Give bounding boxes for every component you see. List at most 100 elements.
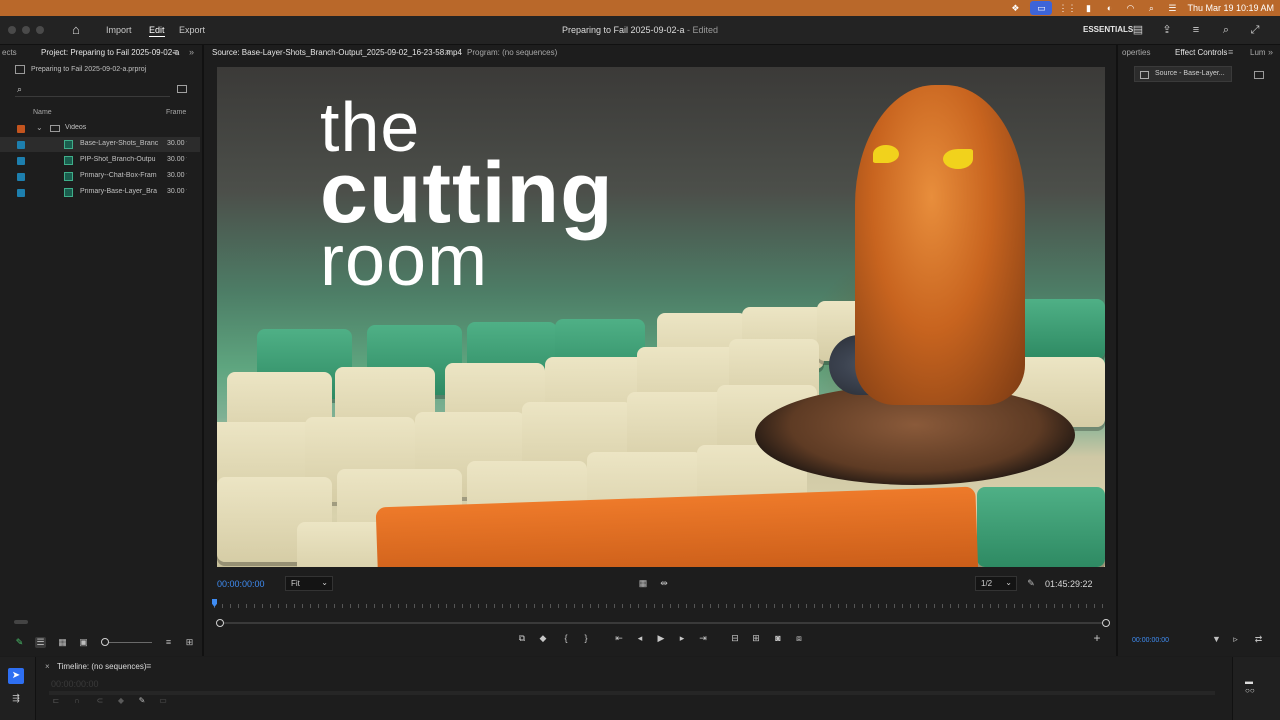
captions-icon[interactable]: ▭ xyxy=(158,696,168,706)
effect-controls-timecode[interactable]: 00:00:00:00 xyxy=(1132,637,1169,644)
drag-audio-icon[interactable]: ⇹ xyxy=(658,577,670,589)
fullscreen-icon[interactable]: ⤢ xyxy=(1249,24,1261,36)
pencil-icon[interactable]: ✎ xyxy=(14,637,25,648)
tab-effect-controls[interactable]: Effect Controls xyxy=(1175,48,1227,57)
overwrite-icon[interactable]: ⊞ xyxy=(750,632,762,644)
search-icon[interactable]: ⌕ xyxy=(1145,3,1157,13)
video-clip-icon xyxy=(64,156,73,165)
toggle-timeline-view-icon[interactable] xyxy=(1254,71,1264,79)
nav-export[interactable]: Export xyxy=(179,25,205,35)
nav-edit[interactable]: Edit xyxy=(149,25,165,37)
add-marker-icon[interactable]: ◆ xyxy=(537,632,549,644)
zoom-scroll-bar[interactable] xyxy=(216,619,1110,627)
project-search-input[interactable] xyxy=(15,83,170,97)
horizontal-scrollbar[interactable] xyxy=(14,620,28,624)
filter-icon[interactable]: ▼ xyxy=(1211,634,1222,645)
zoom-slider-handle[interactable] xyxy=(101,638,109,646)
nav-import[interactable]: Import xyxy=(106,25,132,35)
panel-menu-icon[interactable]: ≡ xyxy=(445,47,450,57)
time-ruler[interactable] xyxy=(214,598,1109,610)
focus-icon[interactable]: ◐ xyxy=(1103,3,1115,13)
add-marker-icon[interactable]: ◆ xyxy=(116,696,126,706)
snap-icon[interactable]: ∩ xyxy=(72,696,82,706)
quick-export-icon[interactable]: ≡ xyxy=(1190,24,1202,36)
icon-view-icon[interactable]: ▦ xyxy=(57,637,68,648)
scroll-handle-right[interactable] xyxy=(1102,619,1110,627)
list-item[interactable]: Primary--Chat-Box-Fram 30.00 f xyxy=(0,169,200,184)
play-icon[interactable]: ▶ xyxy=(655,632,667,644)
more-panels-icon[interactable]: » xyxy=(1268,47,1273,57)
add-button-icon[interactable]: + xyxy=(1091,632,1103,644)
step-forward-icon[interactable]: ▸ xyxy=(676,632,688,644)
linked-selection-icon[interactable]: ⊂ xyxy=(95,696,105,706)
drag-video-icon[interactable]: ▦ xyxy=(637,577,649,589)
playback-resolution-select[interactable]: 1/2 ⌄ xyxy=(975,576,1017,591)
wrench-icon[interactable]: ✎ xyxy=(1025,577,1037,589)
selection-tool-icon[interactable]: ➤ xyxy=(8,668,24,684)
tab-lumetri[interactable]: Lum xyxy=(1250,48,1266,57)
timeline-scroll-track[interactable] xyxy=(49,691,1215,695)
battery-icon[interactable]: ▮ xyxy=(1082,3,1094,13)
panel-menu-icon[interactable]: ≡ xyxy=(1228,47,1233,57)
freeform-view-icon[interactable]: ▣ xyxy=(78,637,89,648)
grid-icon[interactable]: ⋮⋮ xyxy=(1058,3,1076,13)
window-zoom-button[interactable] xyxy=(36,26,44,34)
track-select-tool-icon[interactable]: ⇶ xyxy=(9,692,23,704)
home-icon[interactable]: ⌂ xyxy=(72,23,86,37)
audio-meter-icon[interactable]: ▬ ○○ xyxy=(1245,677,1255,695)
share-icon[interactable]: ⇪ xyxy=(1161,24,1173,36)
list-item[interactable]: Base-Layer-Shots_Branc 30.00 f xyxy=(0,137,200,152)
timeline-timecode[interactable]: 00:00:00:00 xyxy=(51,679,99,689)
new-bin-icon[interactable] xyxy=(177,85,187,93)
window-minimize-button[interactable] xyxy=(22,26,30,34)
zoom-level-select[interactable]: Fit ⌄ xyxy=(285,576,333,591)
panel-menu-icon[interactable]: ≡ xyxy=(173,47,178,57)
tab-properties[interactable]: operties xyxy=(1122,48,1150,57)
mark-out-icon[interactable]: } xyxy=(580,632,592,644)
control-center-icon[interactable]: ☰ xyxy=(1166,3,1178,13)
tab-source[interactable]: Source: Base-Layer-Shots_Branch-Output_2… xyxy=(212,48,462,57)
camera-icon[interactable]: ◙ xyxy=(772,632,784,644)
video-preview[interactable]: the cutting room xyxy=(217,67,1105,567)
automate-to-sequence-icon[interactable]: ⊞ xyxy=(184,637,195,648)
panel-menu-icon[interactable]: ≡ xyxy=(146,661,151,671)
step-back-icon[interactable]: ◂ xyxy=(634,632,646,644)
play-audio-icon[interactable]: ▹ xyxy=(1230,634,1241,645)
wifi-icon[interactable]: ◠ xyxy=(1124,3,1136,13)
sort-icon[interactable]: ≡ xyxy=(163,637,174,648)
tab-effects[interactable]: ects xyxy=(2,48,17,57)
workspace-panel-icon[interactable]: ▤ xyxy=(1132,24,1144,36)
mark-in-icon[interactable]: { xyxy=(560,632,572,644)
search-help-icon[interactable]: ⌕ xyxy=(1220,24,1232,36)
list-view-icon[interactable]: ☰ xyxy=(35,637,46,648)
menu-bar-clock[interactable]: Thu Mar 19 10:19 AM xyxy=(1187,3,1274,13)
go-to-out-icon[interactable]: ⇥ xyxy=(697,632,709,644)
playhead-timecode[interactable]: 00:00:00:00 xyxy=(217,579,265,589)
tab-program[interactable]: Program: (no sequences) xyxy=(467,48,557,57)
insert-icon[interactable]: ⊟ xyxy=(729,632,741,644)
more-panels-icon[interactable]: » xyxy=(189,47,194,57)
chevron-down-icon[interactable]: ⌄ xyxy=(36,123,43,132)
close-icon[interactable]: × xyxy=(45,662,50,671)
scroll-track[interactable] xyxy=(220,622,1104,624)
window-close-button[interactable] xyxy=(8,26,16,34)
timeline-title[interactable]: Timeline: (no sequences) xyxy=(57,662,147,671)
loop-icon[interactable]: ⇄ xyxy=(1253,634,1264,645)
export-frame-icon[interactable]: ⧈ xyxy=(793,632,805,644)
zoom-slider-track[interactable] xyxy=(107,642,152,643)
tab-project[interactable]: Project: Preparing to Fail 2025-09-02-a xyxy=(41,48,179,57)
tools-panel: ➤ ⇶ xyxy=(0,657,36,720)
workspace-label[interactable]: ESSENTIALS xyxy=(1083,25,1133,34)
add-marker-clip-icon[interactable]: ⧉ xyxy=(516,632,528,644)
dropbox-icon[interactable]: ❖ xyxy=(1009,3,1021,13)
wrench-icon[interactable]: ✎ xyxy=(137,696,147,706)
nest-icon[interactable]: ⊏ xyxy=(51,696,61,706)
list-item[interactable]: Primary-Base-Layer_Bra 30.00 f xyxy=(0,185,200,200)
scroll-handle-left[interactable] xyxy=(216,619,224,627)
list-item[interactable]: PIP-Shot_Branch-Outpu 30.00 f xyxy=(0,153,200,168)
bin-row-videos[interactable]: ⌄ Videos xyxy=(0,121,200,136)
column-header-frame-rate[interactable]: Frame xyxy=(166,109,186,116)
screen-share-icon[interactable]: ▭ xyxy=(1030,1,1053,15)
column-header-name[interactable]: Name xyxy=(33,109,52,116)
go-to-in-icon[interactable]: ⇤ xyxy=(613,632,625,644)
